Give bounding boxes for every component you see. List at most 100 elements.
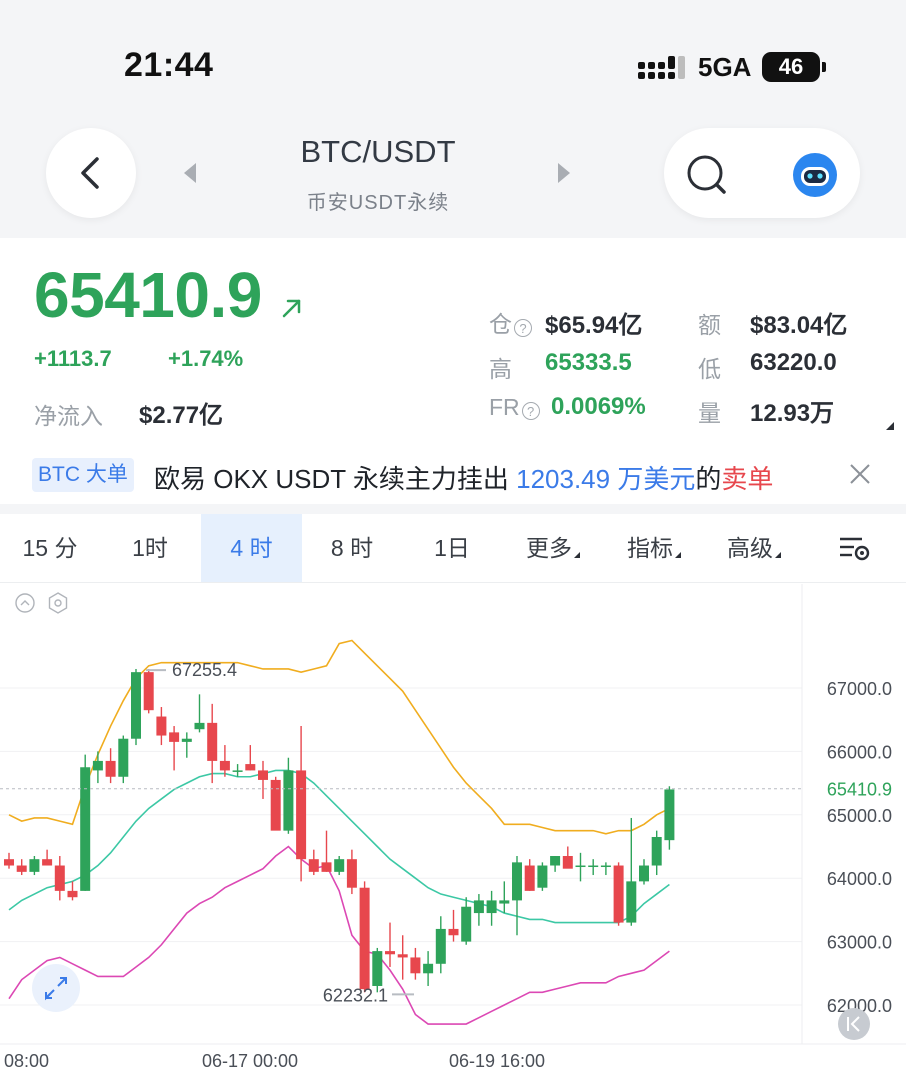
min-price-label: 62232.1: [323, 985, 388, 1005]
candle-body: [29, 859, 40, 872]
tab-timeframe[interactable]: 指标: [604, 514, 704, 582]
network-type: 5GA: [698, 52, 752, 82]
tab-timeframe[interactable]: 1时: [100, 514, 200, 582]
tab-label: 指标: [627, 535, 673, 561]
close-icon[interactable]: [848, 462, 872, 486]
volume-label: 量: [698, 400, 721, 426]
price-change: +1113.7: [34, 346, 112, 371]
collapse-icon[interactable]: [15, 593, 35, 613]
low-label: 低: [698, 356, 721, 382]
candle-body: [156, 716, 167, 736]
tab-label: 1时: [132, 535, 168, 561]
candle-body: [42, 859, 53, 866]
tab-label: 更多: [526, 535, 572, 561]
settings-hex-center: [54, 599, 62, 607]
battery-indicator: 46: [762, 52, 826, 82]
candle-body: [499, 900, 510, 904]
net-inflow-value: $2.77亿: [139, 402, 224, 429]
robot-avatar-icon[interactable]: [792, 152, 838, 198]
tab-timeframe[interactable]: 15 分: [0, 514, 100, 582]
candle-body: [80, 767, 91, 891]
news-mid: 的: [695, 464, 722, 494]
tabs-bottom-border: [0, 582, 906, 583]
expand-stats-toggle[interactable]: [886, 422, 894, 430]
candle-body: [296, 770, 307, 860]
turnover-value: $83.04亿: [750, 312, 848, 339]
chevron-up-icon: [20, 600, 30, 606]
header-actions: [664, 128, 860, 218]
candle-body: [67, 890, 78, 898]
candle-body: [537, 865, 548, 888]
tab-timeframe[interactable]: 4 时: [201, 514, 302, 582]
x-tick-label: 08:00: [4, 1051, 49, 1071]
candle-body: [194, 722, 205, 730]
tab-label: 8 时: [330, 535, 374, 561]
dropdown-caret-icon: [675, 552, 681, 558]
high-value: 65333.5: [545, 349, 632, 376]
candle-body: [16, 865, 27, 872]
x-tick-label: 06-19 16:00: [449, 1051, 545, 1071]
news-prefix: 欧易 OKX USDT 永续主力挂出: [154, 464, 517, 494]
candle-body: [181, 738, 192, 742]
candle-body: [169, 732, 180, 742]
candle-body: [512, 862, 522, 901]
candle-body: [308, 859, 319, 872]
x-tick-label: 06-17 00:00: [202, 1051, 298, 1071]
candlestick-chart[interactable]: 67000.066000.065000.064000.063000.062000…: [0, 584, 906, 1080]
candle-body: [575, 865, 586, 868]
funding-rate-value: 0.0069%: [551, 393, 646, 420]
news-amount: 1203.49 万美元: [516, 464, 696, 494]
candle-body: [626, 881, 637, 923]
candle-body: [410, 957, 421, 974]
tab-timeframe[interactable]: 1日: [402, 514, 502, 582]
current-price-tag: 65410.9: [827, 780, 892, 800]
max-price-label: 67255.4: [172, 660, 237, 680]
news-text[interactable]: 欧易 OKX USDT 永续主力挂出 1203.49 万美元的卖单: [154, 459, 773, 496]
funding-rate-label-wrap: FR?: [489, 394, 540, 421]
net-inflow-label: 净流入: [34, 403, 103, 429]
battery-level: 46: [778, 54, 804, 79]
candle-body: [118, 738, 129, 777]
search-icon[interactable]: [686, 154, 728, 196]
candle-body: [588, 865, 599, 868]
info-icon[interactable]: ?: [514, 318, 532, 337]
candle-body: [639, 865, 649, 882]
candle-body: [473, 900, 484, 914]
candle-body: [524, 865, 535, 891]
candle-body: [131, 672, 141, 739]
chart-settings-icon[interactable]: [838, 535, 872, 563]
candle-body: [232, 770, 243, 772]
candle-body: [54, 865, 65, 891]
candle-body: [651, 836, 662, 866]
open-interest-label: 仓: [489, 311, 512, 337]
pair-exchange: 币安USDT永续: [306, 192, 450, 214]
candle-body: [346, 859, 357, 888]
volume-value: 12.93万: [750, 400, 835, 427]
candle-body: [283, 770, 294, 831]
dropdown-caret-icon: [775, 552, 781, 558]
candle-body: [321, 862, 332, 872]
candle-body: [423, 963, 434, 974]
y-tick-label: 65000.0: [827, 806, 892, 826]
y-tick-label: 66000.0: [827, 742, 892, 762]
tab-timeframe[interactable]: 更多: [502, 514, 604, 582]
candle-body: [334, 859, 345, 872]
open-interest-value: $65.94亿: [545, 312, 643, 339]
tab-timeframe[interactable]: 8 时: [302, 514, 402, 582]
candle-body: [219, 760, 230, 771]
candle-body: [207, 722, 218, 761]
turnover-label: 额: [698, 312, 721, 338]
candle-body: [270, 779, 281, 831]
funding-rate-label: FR: [489, 394, 520, 420]
tab-timeframe[interactable]: 高级: [704, 514, 804, 582]
scroll-latest-button[interactable]: [838, 1008, 870, 1040]
pair-title[interactable]: BTC/USDT: [0, 134, 756, 170]
candle-body: [105, 760, 116, 777]
price-up-arrow-icon: [282, 299, 301, 318]
middle-band-line: [8, 769, 670, 924]
dropdown-caret-icon: [574, 552, 580, 558]
settings-hex-icon[interactable]: [48, 592, 68, 614]
low-value: 63220.0: [750, 349, 837, 376]
info-icon[interactable]: ?: [521, 401, 540, 420]
fullscreen-button[interactable]: [32, 964, 80, 1012]
